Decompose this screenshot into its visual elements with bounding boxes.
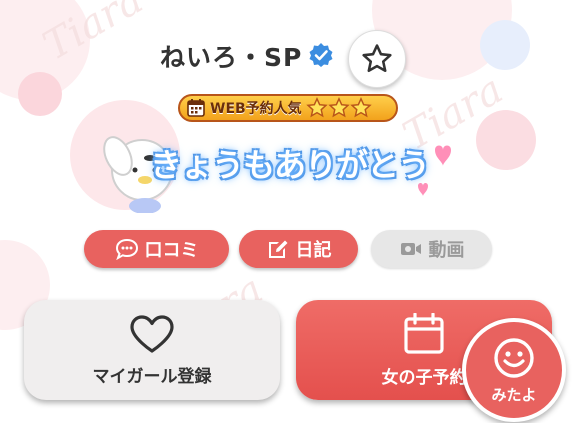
video-camera-icon	[400, 243, 421, 255]
edit-icon	[268, 240, 287, 258]
video-button[interactable]: 動画	[371, 230, 492, 268]
review-label: 口コミ	[144, 240, 199, 261]
my-girl-register-button[interactable]: マイガール登録	[24, 300, 280, 400]
smiley-icon	[494, 337, 534, 378]
diary-button[interactable]: 日記	[239, 230, 358, 268]
rank-star-icon	[305, 97, 328, 118]
heart-icon	[130, 314, 174, 353]
rank-star-icon	[327, 97, 350, 118]
mitayo-button[interactable]: みたよ	[462, 318, 566, 422]
favorite-button[interactable]	[348, 30, 406, 88]
rank-stars	[305, 97, 372, 119]
rank-star-icon	[349, 97, 372, 118]
web-rank-badge: WEB予約人気	[178, 94, 398, 122]
profile-header: ねいろ・SP	[0, 30, 576, 88]
calendar-icon	[404, 312, 444, 354]
stamp-text: きょうもありがとう	[150, 146, 430, 184]
diary-label: 日記	[295, 240, 332, 261]
bg-blob	[18, 72, 62, 116]
calendar-icon	[187, 99, 205, 117]
reserve-label: 女の子予約	[381, 367, 467, 388]
mitayo-label: みたよ	[491, 385, 537, 404]
video-label: 動画	[428, 240, 465, 261]
my-girl-label: マイガール登録	[92, 366, 212, 387]
review-button[interactable]: 口コミ	[84, 230, 229, 268]
content-tabs: 口コミ 日記 動画	[0, 230, 576, 270]
cast-name: ねいろ・SP	[160, 43, 303, 72]
star-icon	[362, 44, 392, 73]
rank-label: WEB予約人気	[210, 101, 302, 117]
chat-bubble-icon	[115, 238, 138, 260]
verified-icon	[309, 43, 333, 67]
